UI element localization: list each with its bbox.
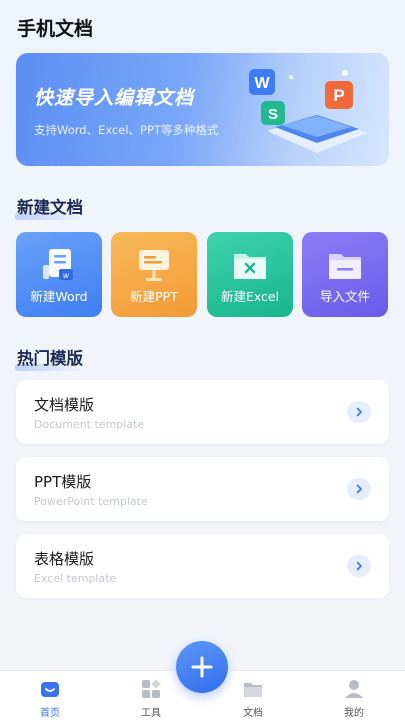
excel-folder-icon xyxy=(234,254,266,279)
import-file-label: 导入文件 xyxy=(319,289,370,304)
chevron-right-icon[interactable] xyxy=(347,401,371,423)
tab-documents[interactable]: 文档 xyxy=(223,671,283,720)
tab-profile-label: 我的 xyxy=(344,708,364,719)
banner-title: 快速导入编辑文档 xyxy=(34,87,195,109)
template-subtitle: PowerPoint template xyxy=(34,495,148,508)
chevron-right-icon[interactable] xyxy=(347,478,371,500)
office-apps-illustration: W P S xyxy=(249,69,367,153)
template-subtitle: Excel template xyxy=(34,572,117,585)
template-subtitle: Document template xyxy=(34,418,145,431)
folder-icon xyxy=(244,683,262,697)
new-ppt-label: 新建PPT xyxy=(130,289,178,304)
template-title: 文档模版 xyxy=(34,396,95,414)
template-title: 表格模版 xyxy=(34,550,95,568)
banner-subtitle: 支持Word、Excel、PPT等多种格式 xyxy=(34,123,219,137)
excel-letter: S xyxy=(268,106,278,123)
word-doc-icon: w xyxy=(43,249,73,280)
folder-icon xyxy=(329,254,361,279)
new-excel-button[interactable]: 新建Excel xyxy=(207,232,293,317)
ppt-letter: P xyxy=(333,86,344,105)
template-card-ppt[interactable]: PPT模版 PowerPoint template xyxy=(16,457,389,521)
tab-profile[interactable]: 我的 xyxy=(324,671,384,720)
new-doc-section-title: 新建文档 xyxy=(15,194,87,220)
tab-documents-label: 文档 xyxy=(243,708,263,719)
import-file-button[interactable]: 导入文件 xyxy=(302,232,388,317)
template-card-document[interactable]: 文档模版 Document template xyxy=(16,380,389,444)
tab-home-label: 首页 xyxy=(40,708,60,719)
template-card-excel[interactable]: 表格模版 Excel template xyxy=(16,534,389,598)
word-letter: W xyxy=(254,75,270,92)
tab-tools-label: 工具 xyxy=(141,708,161,719)
chevron-right-icon[interactable] xyxy=(347,555,371,577)
promo-banner[interactable]: 快速导入编辑文档 支持Word、Excel、PPT等多种格式 W P S xyxy=(16,53,389,166)
home-icon xyxy=(41,682,59,697)
user-icon xyxy=(345,680,363,698)
new-ppt-button[interactable]: 新建PPT xyxy=(111,232,197,317)
templates-section-label: 热门模版 xyxy=(17,349,83,368)
tools-grid-icon xyxy=(142,679,161,698)
page-title: 手机文档 xyxy=(17,18,94,40)
tab-home[interactable]: 首页 xyxy=(20,671,80,720)
templates-section-title: 热门模版 xyxy=(15,345,87,371)
plus-icon xyxy=(191,656,213,678)
new-word-label: 新建Word xyxy=(30,289,88,304)
template-title: PPT模版 xyxy=(34,473,92,491)
add-fab-button[interactable] xyxy=(176,641,228,693)
new-word-button[interactable]: w 新建Word xyxy=(16,232,102,317)
new-doc-section-label: 新建文档 xyxy=(17,198,83,217)
presentation-board-icon xyxy=(139,250,169,281)
new-excel-label: 新建Excel xyxy=(220,289,280,304)
tab-tools[interactable]: 工具 xyxy=(121,671,181,720)
